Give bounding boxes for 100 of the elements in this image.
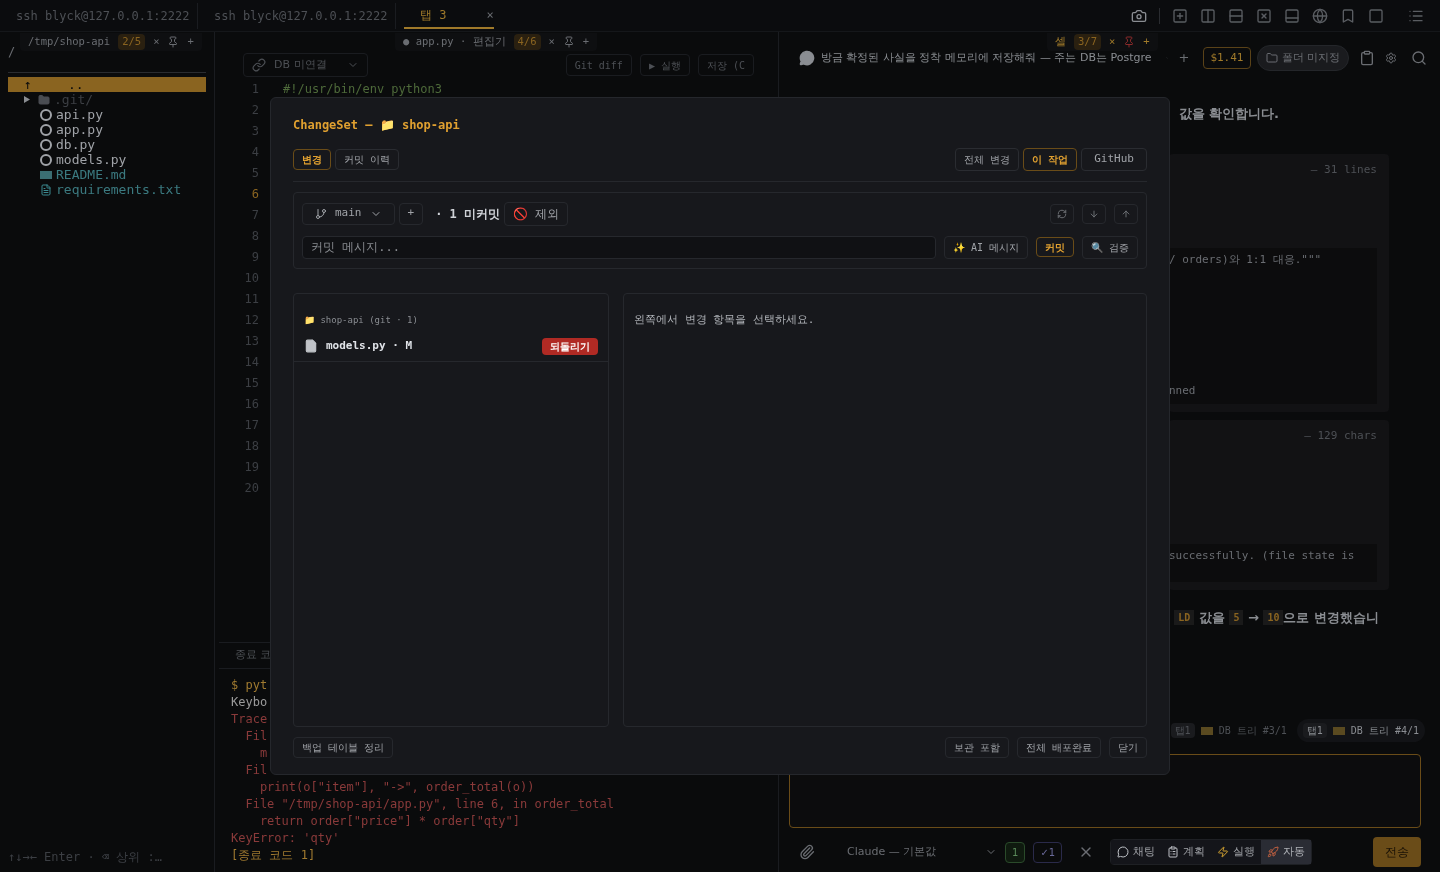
line-number: 11 (243, 290, 259, 308)
footer-button[interactable]: 보관 포함 (944, 737, 1009, 758)
file-tree-item[interactable]: api.py (8, 107, 206, 122)
add-button[interactable]: + (1143, 34, 1150, 50)
split-vertical-icon[interactable] (1200, 7, 1216, 24)
close-pane-icon[interactable] (1256, 7, 1272, 24)
close-tab-button[interactable]: × (486, 5, 494, 24)
line-number: 4 (250, 143, 259, 161)
mode-button[interactable]: 채팅 (1111, 839, 1162, 865)
result-meta: — 31 lines (1310, 161, 1377, 178)
floating-tab[interactable]: /tmp/shop-api 2/5 × + (20, 33, 202, 51)
line-number: 17 (243, 416, 259, 434)
uncommitted-count: · 1 미커밋 (435, 205, 501, 223)
link-icon (252, 58, 266, 72)
terminal-line: [종료 코드 1] (231, 847, 316, 864)
exclude-button[interactable]: 🚫 제외 (504, 201, 569, 226)
settings-icon[interactable] (1385, 52, 1397, 64)
line-number: 8 (250, 227, 259, 245)
output-line: / orders)와 1:1 대응.""" (1169, 252, 1323, 268)
terminal-line: Fil (244, 762, 268, 779)
scope-tab[interactable]: 이 작업 (1023, 148, 1078, 171)
folder-icon (1265, 52, 1278, 64)
close-button[interactable]: × (548, 34, 555, 50)
add-button[interactable]: + (398, 202, 424, 225)
message-text: 값을 확인합니다. (1178, 105, 1279, 123)
model-select[interactable]: Claude — 기본값 (847, 843, 997, 861)
line-number: 16 (243, 395, 259, 413)
conversation-title[interactable]: 방금 확정된 사실을 정착 메모리에 저장해줘 — 주는 DB는 Postgre (821, 49, 1152, 67)
refresh-icon[interactable] (1050, 203, 1074, 224)
panel-icon[interactable] (1284, 7, 1300, 24)
dialog-tab[interactable]: 커밋 이력 (335, 148, 400, 170)
caret-icon[interactable] (24, 96, 30, 103)
pin-icon[interactable] (1123, 36, 1136, 48)
file-tree-item[interactable]: requirements.txt (8, 182, 206, 197)
split-horizontal-icon[interactable] (1228, 7, 1244, 24)
python-file-icon (40, 153, 52, 166)
line-number: 13 (243, 332, 259, 350)
line-number: 2 (250, 101, 259, 119)
chat-bubble-icon (799, 50, 815, 66)
lightning-icon (1217, 846, 1230, 858)
scope-tab[interactable]: GitHub (1081, 148, 1147, 171)
mode-button[interactable]: 자동 (1261, 839, 1312, 865)
terminal-line: Fil (244, 728, 268, 745)
file-tree-item[interactable]: ↑ .. (8, 77, 206, 92)
summary-text: LD 값을 5 → 10 으로 변경했습니 (1174, 607, 1379, 627)
mode-button[interactable]: 계획 (1161, 839, 1212, 865)
window-icon[interactable] (1368, 7, 1384, 24)
add-button[interactable]: + (582, 34, 590, 50)
branch-select[interactable]: main (302, 202, 395, 225)
cleanup-backup-button[interactable]: 백업 테이블 정리 (293, 737, 394, 758)
verify-button[interactable]: 🔍 검증 (1081, 235, 1138, 259)
terminal-line: return order["price"] * order["qty"] (258, 813, 520, 830)
file-tree-item[interactable]: app.py (8, 122, 206, 137)
close-button[interactable]: × (1108, 34, 1116, 50)
file-tree-item[interactable]: models.py (8, 152, 206, 167)
ai-message-button[interactable]: ✨ AI 메시지 (943, 235, 1028, 259)
commit-message-field[interactable]: 커밋 메시지... (302, 235, 936, 259)
search-icon[interactable] (1411, 50, 1427, 66)
footer-button[interactable]: 전체 배포완료 (1016, 737, 1101, 758)
pin-icon[interactable] (562, 36, 575, 48)
terminal-tab[interactable]: 탭 3 × (404, 2, 494, 29)
file-tree-item[interactable]: README.md (8, 167, 206, 182)
push-icon[interactable] (1114, 203, 1138, 224)
count-badge: 1 (1005, 841, 1026, 863)
globe-icon[interactable] (1312, 7, 1328, 24)
clipboard-icon (1167, 846, 1180, 858)
screenshot-icon[interactable] (1131, 7, 1147, 24)
attach-icon[interactable] (799, 844, 815, 860)
pull-icon[interactable] (1082, 203, 1106, 224)
bookmark-icon[interactable] (1340, 7, 1356, 24)
count-badge: ✓1 (1033, 841, 1063, 863)
new-pane-icon[interactable] (1172, 7, 1188, 24)
dialog-tab[interactable]: 변경 (293, 148, 331, 170)
cost-badge: $1.41 (1203, 46, 1251, 70)
pin-icon[interactable] (167, 36, 180, 48)
count-badge: 2/5 (118, 34, 146, 50)
commit-button[interactable]: 커밋 (1035, 237, 1074, 257)
chat-tab[interactable]: 탭1 DB 트리 #4/1 (1296, 719, 1425, 742)
line-number: 15 (243, 374, 259, 392)
mode-button[interactable]: 실행 (1211, 839, 1262, 865)
line-number: 18 (243, 437, 259, 455)
count-badge: 4/6 (513, 34, 541, 50)
markdown-icon (40, 170, 52, 179)
line-number: 20 (243, 479, 259, 497)
close-button[interactable]: × (153, 34, 160, 50)
revert-button[interactable]: 되돌리기 (542, 337, 598, 355)
footer-button[interactable]: 닫기 (1109, 737, 1147, 758)
changed-file-row[interactable]: models.py · M 되돌리기 (304, 337, 598, 355)
new-chat-button[interactable]: + (1178, 48, 1190, 68)
rocket-icon (1267, 846, 1280, 858)
terminal-title: 종료 코 (235, 647, 272, 664)
scope-tab[interactable]: 전체 변경 (955, 148, 1020, 171)
file-tree-item[interactable]: db.py (8, 137, 206, 152)
clipboard-icon[interactable] (1359, 50, 1375, 66)
file-icon (304, 339, 318, 353)
floating-tab[interactable]: 셀 3/7 × + (1047, 33, 1158, 51)
line-number: 3 (250, 122, 259, 140)
add-button[interactable]: + (187, 34, 194, 50)
folder-button[interactable]: 폴더 미지정 (1256, 44, 1349, 72)
floating-tab[interactable]: ● app.py · 편집기 4/6 × + (395, 33, 598, 51)
